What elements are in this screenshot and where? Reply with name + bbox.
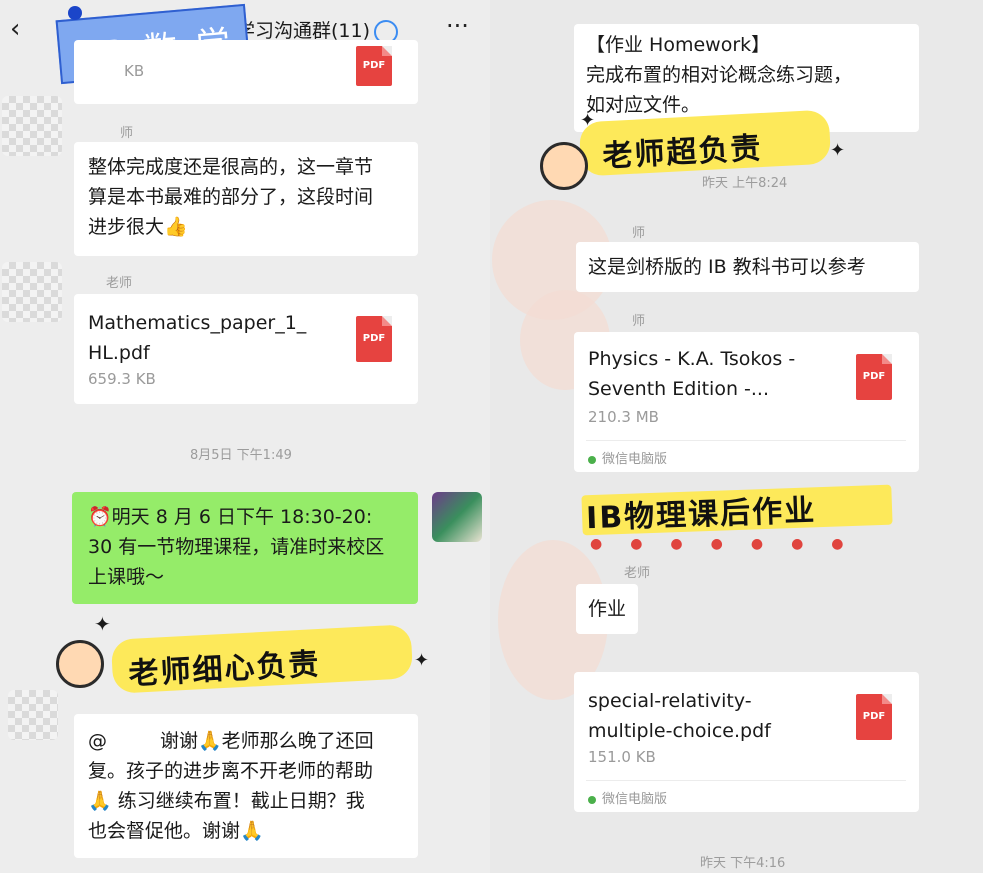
file-name: Physics - K.A. Tsokos - Seventh Edition … (588, 348, 796, 400)
file-size: 659.3 KB (88, 370, 156, 388)
file-message[interactable]: Mathematics_paper_1_ HL.pdf 659.3 KB PDF (74, 294, 418, 404)
sent-message[interactable]: ⏰明天 8 月 6 日下午 18:30-20: 30 有一节物理课程，请准时来校… (72, 492, 418, 604)
dots-decoration: ●●●●●●● (590, 536, 872, 552)
sparkle-icon: ✦ (94, 612, 111, 636)
sender-name: 老师 (624, 566, 651, 581)
sender-name: 师 (632, 226, 646, 241)
file-size: KB (124, 62, 145, 80)
sparkle-icon: ✦ (580, 110, 596, 131)
avatar[interactable] (2, 96, 62, 156)
file-name: Mathematics_paper_1_ HL.pdf (88, 312, 307, 364)
timestamp: 昨天 上午8:24 (702, 176, 788, 191)
message-text: 【作业 Homework】 完成布置的相对论概念练习题， 如对应文件。 (586, 34, 853, 116)
message-text: ⏰明天 8 月 6 日下午 18:30-20: 30 有一节物理课程，请准时来校… (88, 506, 385, 588)
pdf-icon: PDF (356, 46, 392, 86)
message-text: 作业 (588, 598, 627, 620)
text-message[interactable]: 作业 (576, 584, 638, 634)
source-label: 微信电脑版 (588, 448, 667, 467)
file-message[interactable]: special-relativity- multiple-choice.pdf … (574, 672, 919, 812)
pdf-icon: PDF (856, 354, 892, 400)
file-name: special-relativity- multiple-choice.pdf (588, 690, 771, 742)
pdf-icon: PDF (356, 316, 392, 362)
pdf-icon: PDF (856, 694, 892, 740)
chat-title: 学习沟通群(11) (236, 20, 371, 42)
sender-name: 师 (632, 314, 646, 329)
avatar[interactable] (2, 262, 62, 322)
sender-name: 师 (120, 126, 134, 141)
ellipsis-icon: ··· (446, 12, 469, 40)
timestamp: 8月5日 下午1:49 (190, 448, 292, 463)
thumbs-up-icon (56, 640, 104, 688)
avatar[interactable] (432, 492, 482, 542)
text-message[interactable]: 整体完成度还是很高的，这一章节 算是本书最难的部分了，这段时间 进步很大👍 (74, 142, 418, 256)
message-text: 整体完成度还是很高的，这一章节 算是本书最难的部分了，这段时间 进步很大👍 (88, 156, 374, 238)
sticker-pin-icon (68, 6, 82, 20)
left-screenshot: ‹ 学习沟通群(11) ··· IB 数 学 KB PDF 师 整体完成度还是很… (0, 0, 490, 873)
thumbs-up-icon (540, 142, 588, 190)
file-message[interactable]: Physics - K.A. Tsokos - Seventh Edition … (574, 332, 919, 472)
text-message[interactable]: 这是剑桥版的 IB 教科书可以参考 (576, 242, 919, 292)
divider (586, 440, 906, 441)
text-message[interactable]: @ 谢谢🙏老师那么晚了还回 复。孩子的进步离不开老师的帮助 🙏 练习继续布置！截… (74, 714, 418, 858)
timestamp: 昨天 下午4:16 (700, 856, 786, 871)
back-button[interactable]: ‹ (10, 14, 20, 44)
sparkle-icon: ✦ (414, 650, 430, 671)
file-size: 151.0 KB (588, 748, 656, 766)
sender-name: 老师 (106, 276, 133, 291)
message-text: 谢谢🙏老师那么晚了还回 复。孩子的进步离不开老师的帮助 🙏 练习继续布置！截止日… (88, 730, 374, 842)
avatar[interactable] (8, 690, 58, 740)
sparkle-icon: ✦ (830, 140, 846, 161)
physics-homework-sticker: IB物理课后作业 (581, 484, 893, 536)
teacher-caring-sticker: 老师细心负责 (110, 624, 414, 694)
divider (586, 780, 906, 781)
message-text: 这是剑桥版的 IB 教科书可以参考 (588, 256, 866, 278)
source-label: 微信电脑版 (588, 788, 667, 807)
chevron-left-icon: ‹ (10, 14, 21, 44)
right-screenshot: 【作业 Homework】 完成布置的相对论概念练习题， 如对应文件。 老师超负… (490, 0, 983, 873)
file-message[interactable]: KB PDF (74, 40, 418, 104)
file-size: 210.3 MB (588, 408, 659, 426)
more-button[interactable]: ··· (446, 12, 469, 40)
